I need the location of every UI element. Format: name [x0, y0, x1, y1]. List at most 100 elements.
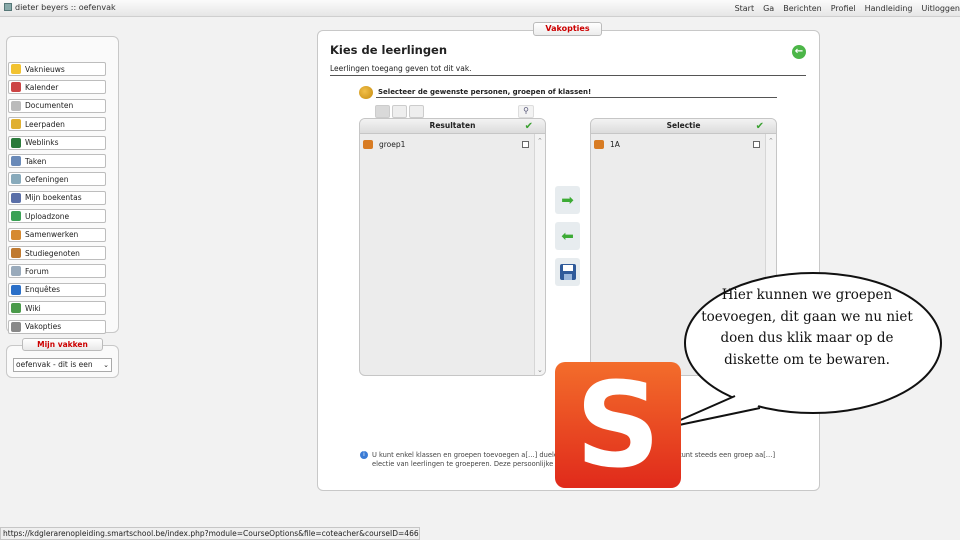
select-header-text: Selecteer de gewenste personen, groepen …: [378, 88, 592, 96]
classes-filter-icon[interactable]: [392, 105, 407, 118]
upload-icon: [11, 211, 21, 222]
people-coins-icon: [359, 86, 373, 99]
sidebar-item-label: Studiegenoten: [25, 248, 80, 258]
classmates-icon: [11, 248, 21, 258]
search-icon[interactable]: ⚲: [518, 105, 534, 118]
nav-profiel[interactable]: Profiel: [831, 4, 856, 13]
sidebar-item-vaknieuws[interactable]: Vaknieuws: [8, 62, 106, 76]
sidebar-item-label: Mijn boekentas: [25, 193, 82, 203]
nav-ga[interactable]: Ga: [763, 4, 774, 13]
add-arrow-button[interactable]: ➡: [555, 186, 580, 214]
nav-start[interactable]: Start: [735, 4, 755, 13]
top-bar: dieter beyers :: oefenvak Start Ga Beric…: [0, 0, 960, 17]
select-divider: [376, 97, 777, 98]
filter-tabs: [375, 105, 424, 118]
sidebar-item-wiki[interactable]: Wiki: [8, 301, 106, 316]
selection-header: Selectie ✔: [591, 119, 776, 134]
save-button[interactable]: [555, 258, 580, 286]
list-item-checkbox[interactable]: [753, 141, 760, 148]
sidebar-item-label: Vaknieuws: [25, 64, 65, 74]
wiki-icon: [11, 303, 21, 314]
results-header-text: Resultaten: [429, 121, 476, 130]
sidebar-item-label: Uploadzone: [25, 211, 70, 221]
collaborate-icon: [11, 229, 21, 240]
mijn-vakken-title: Mijn vakken: [22, 338, 103, 351]
forum-icon: [11, 266, 21, 277]
sidebar-item-label: Weblinks: [25, 138, 59, 148]
group-icon: [363, 140, 373, 149]
list-item-label: 1A: [610, 140, 620, 149]
sidebar-item-label: Samenwerken: [25, 230, 79, 240]
list-item-label: groep1: [379, 140, 406, 149]
sidebar-item-uploadzone[interactable]: Uploadzone: [8, 209, 106, 224]
sidebar-item-taken[interactable]: Taken: [8, 154, 106, 168]
page-subtitle: Leerlingen toegang geven tot dit vak.: [330, 64, 472, 73]
tasks-icon: [11, 156, 21, 166]
sidebar-item-mijn-boekentas[interactable]: Mijn boekentas: [8, 190, 106, 205]
scroll-up-icon[interactable]: ⌃: [768, 137, 774, 145]
exercise-icon: [11, 174, 21, 185]
list-item[interactable]: groep1: [363, 140, 405, 149]
results-scrollbar[interactable]: ⌃ ⌄: [534, 134, 545, 375]
check-all-icon[interactable]: ✔: [756, 120, 764, 134]
floppy-disk-icon: [559, 264, 576, 280]
sidebar-item-studiegenoten[interactable]: Studiegenoten: [8, 246, 106, 260]
arrow-left-icon: ⬅: [561, 227, 574, 245]
sidebar-item-label: Leerpaden: [25, 119, 65, 129]
groups-filter-icon[interactable]: [375, 105, 390, 118]
group-icon: [594, 140, 604, 149]
home-icon: [4, 3, 12, 11]
back-arrow-icon[interactable]: ←: [792, 45, 806, 59]
sidebar-item-label: Kalender: [25, 82, 59, 92]
list-item-checkbox[interactable]: [522, 141, 529, 148]
sidebar-item-weblinks[interactable]: Weblinks: [8, 135, 106, 150]
sidebar-item-leerpaden[interactable]: Leerpaden: [8, 117, 106, 132]
app-title: dieter beyers :: oefenvak: [4, 3, 116, 12]
sidebar-item-label: Enquêtes: [25, 285, 61, 295]
sidebar-item-label: Documenten: [25, 101, 74, 111]
bookbag-icon: [11, 192, 21, 203]
wrench-icon: [11, 321, 21, 332]
sidebar-item-label: Oefeningen: [25, 174, 69, 184]
path-icon: [11, 119, 21, 130]
sidebar-item-kalender[interactable]: Kalender: [8, 80, 106, 95]
smartschool-logo: S: [555, 362, 681, 488]
list-item[interactable]: 1A: [594, 140, 620, 149]
nav-handleiding[interactable]: Handleiding: [865, 4, 913, 13]
remove-arrow-button[interactable]: ⬅: [555, 222, 580, 250]
sidebar-item-vakopties[interactable]: Vakopties: [8, 319, 106, 334]
persons-filter-icon[interactable]: [409, 105, 424, 118]
results-list: Resultaten ✔ groep1 ⌃ ⌄: [359, 118, 546, 376]
sidebar-item-label: Forum: [25, 266, 49, 276]
sidebar-item-forum[interactable]: Forum: [8, 264, 106, 279]
speech-bubble-text: Hier kunnen we groepen toevoegen, dit ga…: [701, 287, 913, 368]
nav-uitloggen[interactable]: Uitloggen: [922, 4, 960, 13]
sidebar-item-documenten[interactable]: Documenten: [8, 98, 106, 113]
course-select-value: oefenvak - dit is een: [16, 360, 93, 369]
selection-header-text: Selectie: [666, 121, 701, 130]
sidebar-item-label: Vakopties: [25, 322, 62, 332]
results-header: Resultaten ✔: [360, 119, 545, 134]
page-title: Kies de leerlingen: [330, 43, 448, 57]
vakopties-tab[interactable]: Vakopties: [533, 22, 602, 36]
nav-berichten[interactable]: Berichten: [783, 4, 822, 13]
calendar-icon: [11, 82, 21, 93]
status-url: https://kdglerarenopleiding.smartschool.…: [0, 527, 420, 540]
arrow-right-icon: ➡: [561, 191, 574, 209]
course-select[interactable]: oefenvak - dit is een ⌄: [13, 358, 112, 372]
scroll-down-icon[interactable]: ⌄: [537, 366, 543, 374]
chevron-down-icon: ⌄: [103, 361, 109, 369]
app-title-text: dieter beyers :: oefenvak: [15, 3, 116, 12]
star-icon: [11, 64, 21, 74]
sidebar-item-label: Wiki: [25, 303, 41, 313]
document-icon: [11, 100, 21, 111]
sidebar-item-label: Taken: [25, 156, 47, 166]
survey-icon: [11, 284, 21, 295]
scroll-up-icon[interactable]: ⌃: [537, 137, 543, 145]
sidebar-item-oefeningen[interactable]: Oefeningen: [8, 172, 106, 187]
sidebar-item-samenwerken[interactable]: Samenwerken: [8, 227, 106, 242]
check-all-icon[interactable]: ✔: [525, 120, 533, 134]
top-nav: Start Ga Berichten Profiel Handleiding U…: [726, 4, 960, 13]
globe-icon: [11, 137, 21, 148]
sidebar-item-enqu-tes[interactable]: Enquêtes: [8, 282, 106, 297]
